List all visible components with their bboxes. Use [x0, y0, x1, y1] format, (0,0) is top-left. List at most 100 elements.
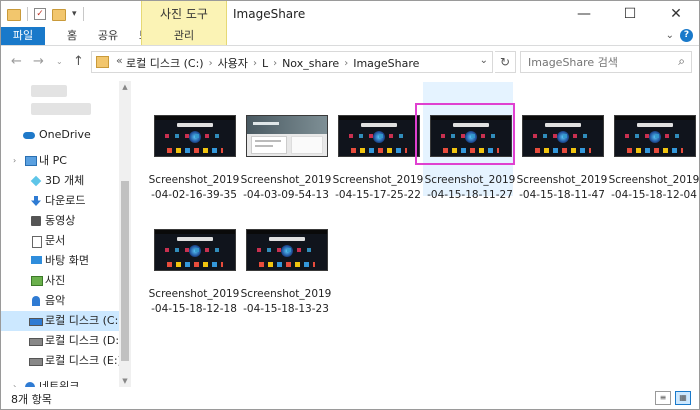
folder-icon	[96, 56, 109, 68]
sidebar-item-network[interactable]: › 네트워크	[1, 377, 119, 387]
sidebar-item-label: 3D 개체	[45, 174, 85, 187]
sidebar-item-drive-d[interactable]: 로컬 디스크 (D:)	[1, 331, 123, 351]
desktop-icon	[31, 256, 42, 264]
sidebar-item-label: 사진	[45, 274, 66, 287]
minimize-button[interactable]: —	[561, 1, 607, 27]
navigation-pane: OneDrive › 내 PC 3D 개체 다운로드 동영상 문서 바탕 화면	[1, 81, 131, 387]
item-count: 8개 항목	[11, 393, 52, 406]
blurred-quick-access-item[interactable]	[31, 85, 67, 97]
search-icon[interactable]: ⌕	[678, 54, 685, 69]
drive-icon	[29, 338, 43, 346]
file-item[interactable]: Screenshot_2019-04-03-09-54-13	[240, 115, 332, 225]
sidebar-item-music[interactable]: 음악	[1, 291, 119, 311]
sidebar-item-drive-c[interactable]: 로컬 디스크 (C:)	[1, 311, 123, 331]
quick-access-toolbar: ✓ ▾	[7, 7, 84, 21]
file-list: Screenshot_2019-04-02-16-39-35 Screensho…	[136, 81, 699, 387]
expand-arrow-icon[interactable]: ›	[13, 151, 16, 171]
chevron-down-icon[interactable]: ⌄	[480, 55, 488, 66]
file-item[interactable]: Screenshot_2019-04-15-18-13-23	[240, 229, 332, 339]
expand-arrow-icon[interactable]: ›	[13, 377, 16, 387]
sidebar-item-pictures[interactable]: 사진	[1, 271, 119, 291]
sidebar-item-documents[interactable]: 문서	[1, 231, 119, 251]
sidebar-item-this-pc[interactable]: › 내 PC	[1, 151, 119, 171]
breadcrumb-item[interactable]: Nox_share	[282, 57, 339, 70]
scroll-down-icon[interactable]: ▼	[119, 377, 131, 385]
sidebar-item-onedrive[interactable]: OneDrive	[1, 125, 119, 145]
image-thumbnail	[522, 115, 604, 157]
sidebar-item-label: 로컬 디스크 (E:)	[45, 354, 122, 367]
drive-icon	[29, 318, 43, 326]
chevron-right-icon[interactable]: ›	[344, 58, 348, 69]
image-thumbnail	[154, 229, 236, 271]
sidebar-item-3d-objects[interactable]: 3D 개체	[1, 171, 119, 191]
file-item[interactable]: Screenshot_2019-04-15-18-12-04	[608, 115, 699, 225]
customize-toolbar-icon[interactable]: ▾	[72, 9, 77, 19]
drive-icon	[29, 358, 43, 366]
chevron-right-icon[interactable]: ›	[253, 58, 257, 69]
chevron-right-icon[interactable]: ›	[209, 58, 213, 69]
file-item[interactable]: Screenshot_2019-04-15-18-11-47	[516, 115, 608, 225]
navigation-scrollbar[interactable]: ▲ ▼	[119, 81, 131, 387]
file-name: Screenshot_2019-04-15-18-11-47	[516, 174, 608, 201]
expand-ribbon-icon[interactable]: ⌄	[666, 30, 674, 41]
back-arrow-icon[interactable]: ←	[11, 54, 22, 69]
breadcrumb-item[interactable]: 로컬 디스크 (C:)	[126, 55, 204, 71]
address-bar[interactable]: « 로컬 디스크 (C:) › 사용자 › L › Nox_share › Im…	[91, 51, 493, 73]
maximize-button[interactable]: ☐	[607, 1, 653, 27]
scroll-up-icon[interactable]: ▲	[119, 83, 131, 91]
close-button[interactable]: ✕	[653, 1, 699, 27]
video-icon	[31, 216, 41, 226]
sidebar-item-label: OneDrive	[39, 128, 91, 141]
context-tab-group-label: 사진 도구	[141, 1, 227, 27]
forward-arrow-icon[interactable]: →	[33, 54, 44, 69]
file-item[interactable]: Screenshot_2019-04-02-16-39-35	[148, 115, 240, 225]
file-item[interactable]: Screenshot_2019-04-15-17-25-22	[332, 115, 424, 225]
sidebar-item-label: 내 PC	[39, 154, 67, 167]
file-item[interactable]: Screenshot_2019-04-15-18-12-18	[148, 229, 240, 339]
tab-file[interactable]: 파일	[1, 27, 45, 45]
toolbar-divider	[82, 7, 84, 21]
up-arrow-icon[interactable]: ↑	[73, 54, 84, 69]
refresh-icon[interactable]: ↻	[495, 51, 516, 73]
search-box: ⌕	[520, 51, 692, 73]
chevron-right-icon[interactable]: ›	[273, 58, 277, 69]
sidebar-item-desktop[interactable]: 바탕 화면	[1, 251, 119, 271]
file-name: Screenshot_2019-04-15-17-25-22	[332, 174, 424, 201]
new-folder-icon[interactable]	[52, 9, 66, 21]
view-toggle: ≡ ▦	[655, 391, 691, 405]
image-thumbnail	[246, 115, 328, 157]
details-view-icon[interactable]: ≡	[655, 391, 671, 405]
address-row: ← → ⌄ ↑ « 로컬 디스크 (C:) › 사용자 › L › Nox_sh…	[1, 46, 699, 76]
help-icon[interactable]: ?	[680, 29, 693, 42]
file-name: Screenshot_2019-04-15-18-12-04	[608, 174, 699, 201]
window-controls: — ☐ ✕	[561, 1, 699, 27]
document-icon	[32, 236, 42, 248]
cloud-icon	[23, 132, 35, 139]
blurred-quick-access-item[interactable]	[31, 103, 91, 115]
scrollbar-thumb[interactable]	[121, 181, 129, 361]
tab-share[interactable]: 공유	[93, 27, 123, 45]
breadcrumb-item[interactable]: ImageShare	[353, 57, 419, 70]
sidebar-item-videos[interactable]: 동영상	[1, 211, 119, 231]
sidebar-item-downloads[interactable]: 다운로드	[1, 191, 119, 211]
3d-objects-icon	[30, 175, 42, 187]
search-input[interactable]	[528, 53, 668, 71]
sidebar-item-label: 로컬 디스크 (C:)	[45, 314, 123, 327]
sidebar-item-drive-e[interactable]: 로컬 디스크 (E:)	[1, 351, 122, 371]
breadcrumb: 로컬 디스크 (C:) › 사용자 › L › Nox_share › Imag…	[126, 55, 419, 71]
breadcrumb-overflow-icon[interactable]: «	[116, 54, 123, 67]
breadcrumb-item[interactable]: 사용자	[218, 55, 248, 71]
download-icon	[31, 196, 41, 206]
large-icons-view-icon[interactable]: ▦	[675, 391, 691, 405]
sidebar-item-label: 음악	[45, 294, 66, 307]
recent-locations-icon[interactable]: ⌄	[56, 57, 63, 66]
sidebar-item-label: 다운로드	[45, 194, 86, 207]
properties-icon[interactable]: ✓	[34, 8, 46, 20]
explorer-window: ✓ ▾ 사진 도구 ImageShare — ☐ ✕ 파일 홈 공유 보기 관리…	[0, 0, 700, 410]
file-name: Screenshot_2019-04-02-16-39-35	[148, 174, 240, 201]
breadcrumb-item[interactable]: L	[262, 57, 268, 70]
tab-home[interactable]: 홈	[57, 27, 87, 45]
tab-manage[interactable]: 관리	[141, 27, 227, 45]
pictures-icon	[31, 276, 43, 286]
folder-icon	[7, 9, 21, 21]
